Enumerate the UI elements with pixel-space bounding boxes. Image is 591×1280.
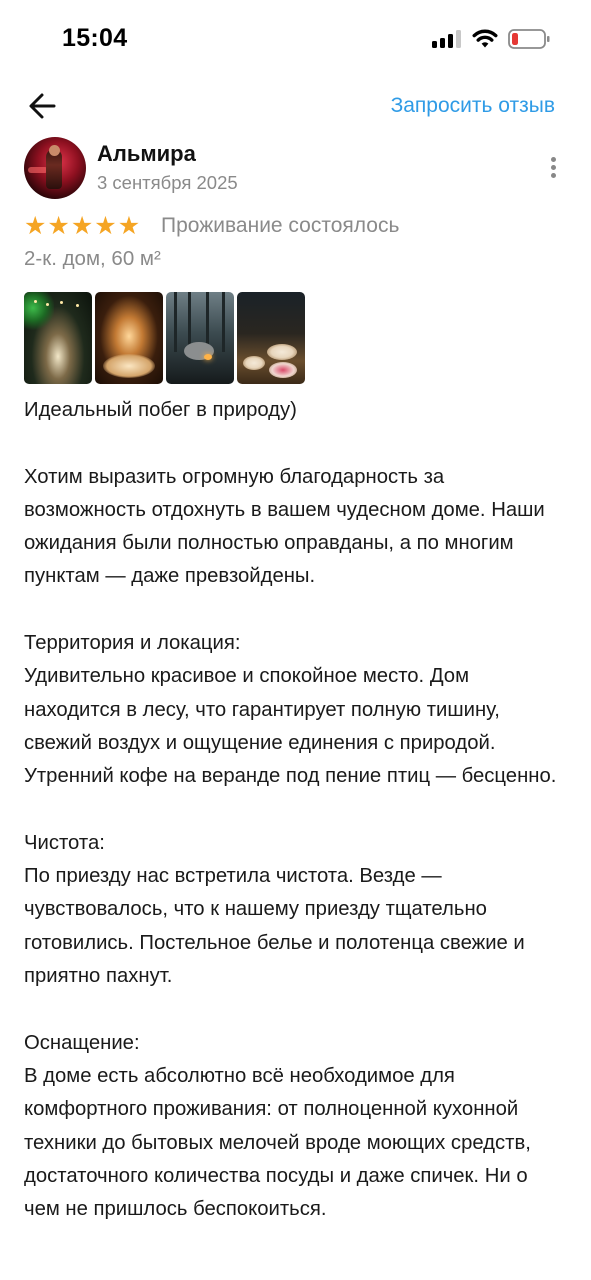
rating-row: ★ ★ ★ ★ ★ Проживание состоялось — [24, 212, 567, 242]
review-header: Альмира 3 сентября 2025 — [24, 137, 567, 201]
back-arrow-icon[interactable] — [24, 86, 64, 126]
stay-status: Проживание состоялось — [161, 214, 400, 237]
status-time: 15:04 — [62, 24, 128, 52]
star-icon: ★ — [70, 211, 94, 240]
photo-gallery — [24, 292, 305, 384]
review-paragraph: Оснащение: В доме есть абсолютно всё нео… — [24, 1031, 531, 1221]
star-rating: ★ ★ ★ ★ ★ — [24, 212, 141, 240]
review-photo-4[interactable] — [237, 292, 305, 384]
wifi-icon — [472, 29, 498, 48]
review-paragraph: Чистота: По приезду нас встретила чистот… — [24, 831, 525, 988]
status-bar: 15:04 — [0, 0, 591, 80]
signal-icon — [432, 30, 462, 48]
review-paragraph: Территория и локация: Удивительно красив… — [24, 632, 557, 788]
review-text: Идеальный побег в природу) Хотим выразит… — [24, 394, 569, 1226]
review-photo-3[interactable] — [166, 292, 234, 384]
star-icon: ★ — [47, 211, 70, 240]
review-photo-1[interactable] — [24, 292, 92, 384]
review-title: Идеальный побег в природу) — [24, 399, 297, 421]
avatar[interactable] — [24, 137, 86, 199]
top-bar: Запросить отзыв — [0, 82, 591, 130]
request-review-button[interactable]: Запросить отзыв — [391, 94, 555, 118]
star-icon: ★ — [117, 211, 141, 240]
author-name[interactable]: Альмира — [97, 141, 196, 167]
more-vertical-icon[interactable] — [545, 155, 561, 181]
star-icon: ★ — [24, 211, 47, 240]
review-date: 3 сентября 2025 — [97, 172, 238, 193]
property-info: 2-к. дом, 60 м² — [24, 247, 161, 270]
battery-low-icon — [508, 29, 550, 49]
review-photo-2[interactable] — [95, 292, 163, 384]
review-paragraph: Хотим выразить огромную благодарность за… — [24, 465, 545, 588]
star-icon: ★ — [94, 211, 117, 240]
